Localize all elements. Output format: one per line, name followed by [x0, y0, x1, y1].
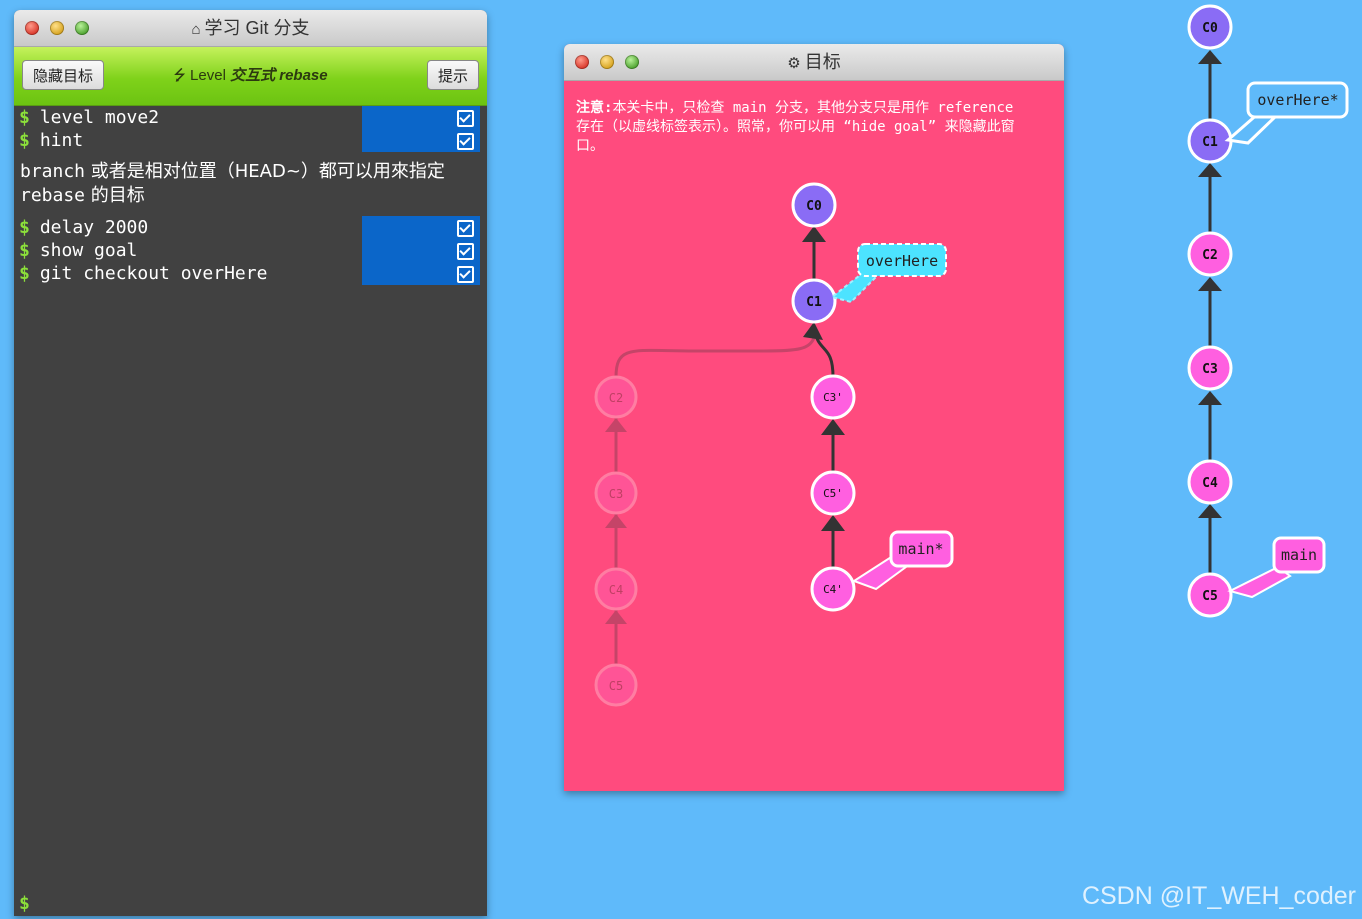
- ghost-commit-c5: C5: [594, 663, 638, 707]
- command-console: $ level move2 $ hint branch 或者是相对位置（HEAD~）…: [14, 106, 487, 285]
- svg-text:C0: C0: [1202, 21, 1218, 36]
- svg-text:C1: C1: [806, 295, 822, 310]
- git-learning-app: ⌂ 学习 Git 分支 隐藏目标 ⭍ Level 交互式 rebase 提示 $ l…: [0, 0, 1362, 919]
- command-history-1: $ level move2 $ hint: [14, 106, 487, 152]
- ghost-commit-c4: C4: [594, 567, 638, 611]
- ghost-branch: C2 C3 C4 C5: [594, 337, 816, 707]
- terminal-title: ⌂ 学习 Git 分支: [191, 18, 310, 38]
- checkbox-checked-icon: [457, 266, 474, 283]
- watermark: CSDN @IT_WEH_coder: [1081, 882, 1356, 910]
- branch-overhere[interactable]: overHere: [829, 243, 947, 304]
- command-status: [362, 262, 480, 285]
- svg-text:C0: C0: [806, 199, 822, 214]
- commit-c0[interactable]: C0: [791, 182, 837, 228]
- terminal-titlebar: ⌂ 学习 Git 分支: [14, 10, 487, 47]
- checkbox-checked-icon: [457, 133, 474, 150]
- svg-text:C3': C3': [823, 391, 843, 404]
- svg-text:overHere*: overHere*: [1257, 91, 1338, 109]
- commit-c4[interactable]: C4: [1187, 459, 1233, 505]
- checkbox-checked-icon: [457, 243, 474, 260]
- goal-window: ⚙ 目标 注意:本关卡中，只检查 main 分支，其他分支只是用作 referen…: [564, 44, 1064, 791]
- home-icon: ⌂: [191, 21, 201, 38]
- svg-text:C1: C1: [1202, 135, 1218, 150]
- commit-c3-prime[interactable]: C3': [810, 374, 856, 420]
- command-line: $ hint: [14, 129, 487, 152]
- command-line: $ level move2: [14, 106, 487, 129]
- svg-text:C3: C3: [609, 487, 623, 501]
- terminal-window: ⌂ 学习 Git 分支 隐藏目标 ⭍ Level 交互式 rebase 提示 $ l…: [14, 10, 487, 916]
- svg-text:C5: C5: [1202, 589, 1218, 604]
- hint-button[interactable]: 提示: [426, 60, 479, 90]
- current-commit-tree: C0 C1 C2 C3 C4 C5 overHere* main: [1187, 4, 1349, 618]
- goal-commit-tree: C2 C3 C4 C5 C0 C1 C3' C5' C4' overHere m…: [594, 182, 954, 707]
- level-label[interactable]: ⭍ Level 交互式 rebase: [14, 47, 487, 105]
- svg-text:main: main: [1281, 546, 1317, 564]
- svg-text:overHere: overHere: [866, 252, 938, 270]
- command-text: git checkout overHere: [39, 263, 268, 284]
- svg-text:C4: C4: [1202, 476, 1218, 491]
- svg-text:C5': C5': [823, 487, 843, 500]
- svg-text:main*: main*: [898, 540, 943, 558]
- command-line: $ delay 2000: [14, 216, 487, 239]
- svg-text:C5: C5: [609, 679, 623, 693]
- svg-text:C4: C4: [609, 583, 623, 597]
- command-line: $ git checkout overHere: [14, 262, 487, 285]
- ghost-commit-c2: C2: [594, 375, 638, 419]
- commit-c3[interactable]: C3: [1187, 345, 1233, 391]
- command-text: hint: [39, 130, 84, 151]
- hint-message: branch 或者是相对位置（HEAD~）都可以用來指定 rebase 的目标: [20, 161, 445, 206]
- branch-main[interactable]: main*: [851, 530, 954, 591]
- commit-c2[interactable]: C2: [1187, 231, 1233, 277]
- command-status: [362, 216, 480, 239]
- svg-text:C3: C3: [1202, 362, 1218, 377]
- commit-c0[interactable]: C0: [1187, 4, 1233, 50]
- command-text: level move2: [39, 107, 160, 128]
- command-line: $ show goal: [14, 239, 487, 262]
- svg-text:C2: C2: [609, 391, 623, 405]
- command-history-2: $ delay 2000 $ show goal $ git checkout ove…: [14, 216, 487, 285]
- commit-c1[interactable]: C1: [791, 278, 837, 324]
- svg-text:C4': C4': [823, 583, 843, 596]
- ghost-commit-c3: C3: [594, 471, 638, 515]
- svg-text:C2: C2: [1202, 248, 1218, 263]
- branch-overhere[interactable]: overHere*: [1224, 81, 1349, 145]
- lightning-icon: ⭍: [173, 67, 186, 84]
- level-toolbar: 隐藏目标 ⭍ Level 交互式 rebase 提示: [14, 47, 487, 106]
- commit-c4-prime[interactable]: C4': [810, 566, 856, 612]
- command-input-prompt[interactable]: $: [19, 893, 30, 914]
- commit-c5-prime[interactable]: C5': [810, 470, 856, 516]
- command-text: delay 2000: [39, 217, 149, 238]
- checkbox-checked-icon: [457, 220, 474, 237]
- command-status: [362, 239, 480, 262]
- command-status: [362, 129, 480, 152]
- level-name: 交互式 rebase: [230, 67, 328, 84]
- checkbox-checked-icon: [457, 110, 474, 127]
- command-text: show goal: [39, 240, 138, 261]
- command-status: [362, 106, 480, 129]
- commit-c5[interactable]: C5: [1187, 572, 1233, 618]
- branch-main[interactable]: main: [1227, 536, 1326, 599]
